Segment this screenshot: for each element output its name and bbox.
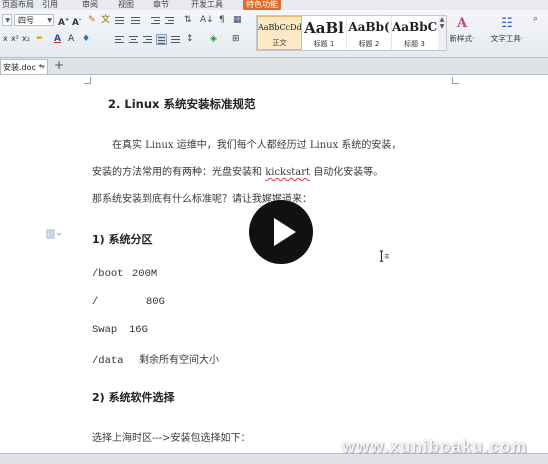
margin-corner-mark	[452, 77, 459, 84]
body-paragraph-line: 选择上海时区--->安装包选择如下：	[92, 433, 251, 444]
section-heading: 1) 系统分区	[92, 233, 153, 246]
partition-size: 80G	[146, 296, 165, 308]
distributed-align-icon[interactable]	[170, 34, 181, 45]
document-tab-active[interactable]: 安装.doc * ▾	[0, 59, 48, 74]
document-tab-bar: 安装.doc * ▾ +	[0, 58, 548, 75]
find-replace-icon[interactable]: ⌕	[533, 13, 538, 25]
style-heading-1[interactable]: AaBl 标题 1	[302, 16, 347, 50]
align-right-icon[interactable]	[142, 34, 153, 45]
font-size-dropdown[interactable]: 四号 ▼	[14, 14, 54, 26]
ribbon-toolbar: ▼ 四号 ▼ A+ A- ✎ 文 x x² x₂ ✒ A A ♦ ⇅ A↓ ¶ …	[0, 10, 548, 58]
chevron-down-icon: ▼	[5, 17, 10, 24]
font-name-dropdown[interactable]: ▼	[2, 14, 12, 26]
partition-size: 16G	[129, 324, 148, 336]
char-shading-icon[interactable]: A	[68, 33, 74, 45]
decrease-indent-icon[interactable]	[150, 15, 161, 26]
superscript-icon[interactable]: x²	[11, 33, 19, 45]
tab-references[interactable]: 引用	[42, 0, 58, 10]
borders-icon[interactable]: ⊞	[232, 33, 240, 45]
font-size-value: 四号	[18, 16, 34, 25]
tab-page-layout[interactable]: 页面布局	[2, 0, 34, 10]
partition-size: 剩余所有空间大小	[139, 355, 219, 366]
style-sample: AaBbC	[392, 20, 437, 34]
subscript-icon[interactable]: x₂	[22, 33, 30, 45]
justify-icon[interactable]	[156, 34, 167, 45]
document-tab-label: 安装.doc *	[3, 63, 43, 72]
tab-review[interactable]: 审阅	[82, 0, 98, 10]
chevron-down-icon: ▼	[439, 23, 445, 30]
body-paragraph-line: 安装的方法常用的有两种：光盘安装和 kickstart 自动化安装等。	[92, 163, 383, 178]
tab-special-features[interactable]: 特色功能	[243, 0, 281, 10]
char-border-icon[interactable]: ♦	[82, 33, 90, 45]
table-icon[interactable]: ▦	[233, 14, 242, 26]
highlight-icon[interactable]: ✒	[36, 33, 44, 45]
tab-view[interactable]: 视图	[118, 0, 134, 10]
style-name: 标题 2	[358, 40, 380, 48]
style-sample: AaBb(	[348, 20, 390, 34]
clear-format-icon[interactable]: ✎	[88, 14, 96, 26]
section-heading: 2) 系统软件选择	[92, 391, 175, 404]
text-tools-label: 文字工具·	[490, 34, 524, 43]
numbered-list-icon[interactable]	[130, 15, 141, 26]
play-button[interactable]	[249, 200, 313, 264]
style-normal[interactable]: AaBbCcDd 正文	[257, 16, 302, 50]
text-run: 自动化安装等。	[310, 167, 384, 178]
partition-row: / 80G	[92, 296, 165, 308]
style-name: 标题 1	[313, 40, 335, 48]
text-tools-icon: ☷	[501, 16, 513, 31]
document-heading: 2. Linux 系统安装标准规范	[108, 97, 256, 111]
partition-mount: /	[92, 296, 99, 308]
style-name: 标题 3	[404, 40, 425, 48]
text-cursor-icon	[379, 250, 390, 262]
partition-mount: /boot	[92, 268, 124, 280]
text-run: 安装的方法常用的有两种：光盘安装和	[92, 167, 266, 178]
shrink-font-icon[interactable]: A-	[72, 14, 81, 29]
font-color-icon[interactable]: A	[54, 33, 61, 45]
partition-row: /boot 200M	[92, 268, 157, 280]
new-style-label: 新样式·	[449, 34, 475, 43]
close-icon[interactable]: ▾	[41, 60, 45, 75]
increase-indent-icon[interactable]	[164, 15, 175, 26]
style-name: 正文	[272, 39, 287, 47]
shading-icon[interactable]: ◈	[210, 33, 217, 45]
show-marks-icon[interactable]: ¶	[219, 14, 225, 26]
chinese-layout-icon[interactable]: ⇅	[184, 14, 192, 26]
style-gallery: AaBbCcDd 正文 AaBl 标题 1 AaBb( 标题 2 AaBbC 标…	[256, 15, 440, 51]
play-icon	[274, 218, 296, 246]
paragraph-handle-icon[interactable]	[46, 229, 62, 239]
partition-mount: Swap	[92, 324, 118, 336]
new-style-icon: A	[456, 16, 468, 31]
align-left-icon[interactable]	[114, 34, 125, 45]
text-tools-button[interactable]: ☷ 文字工具·	[486, 16, 528, 44]
document-page[interactable]	[0, 75, 548, 453]
bullet-list-icon[interactable]	[114, 15, 125, 26]
style-heading-2[interactable]: AaBb( 标题 2	[347, 16, 392, 50]
tab-sections[interactable]: 章节	[153, 0, 169, 10]
misspelled-word: kickstart	[265, 167, 311, 178]
align-center-icon[interactable]	[128, 34, 139, 45]
style-heading-3[interactable]: AaBbC 标题 3	[392, 16, 437, 50]
watermark: www.xuniboaku.com	[342, 437, 528, 456]
sort-icon[interactable]: A↓	[200, 14, 214, 26]
partition-size: 200M	[132, 268, 158, 280]
body-paragraph-line: 在真实 Linux 运维中，我们每个人都经历过 Linux 系统的安装，	[112, 140, 402, 151]
chevron-up-icon: ▲	[439, 16, 445, 23]
strikethrough-icon[interactable]: x	[3, 33, 8, 45]
margin-corner-mark	[84, 77, 91, 84]
line-spacing-icon[interactable]: ↕	[186, 33, 194, 45]
chevron-down-icon: ▼	[47, 17, 52, 24]
phonetic-icon[interactable]: 文	[101, 14, 110, 26]
style-sample: AaBl	[304, 19, 344, 37]
grow-font-icon[interactable]: A+	[58, 14, 69, 29]
partition-row: /data 剩余所有空间大小	[92, 351, 219, 367]
style-sample: AaBbCcDd	[258, 23, 301, 32]
partition-row: Swap 16G	[92, 324, 148, 336]
new-style-button[interactable]: A 新样式·	[446, 16, 478, 44]
partition-mount: /data	[92, 355, 124, 367]
tab-developer[interactable]: 开发工具	[191, 0, 223, 10]
new-tab-button[interactable]: +	[54, 58, 64, 73]
